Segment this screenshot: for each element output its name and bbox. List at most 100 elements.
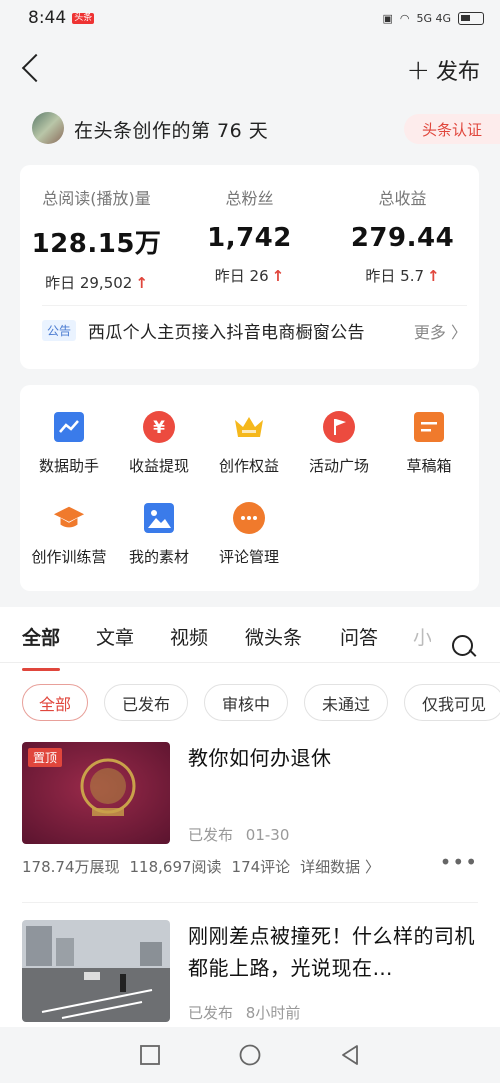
article-date: 8小时前	[245, 1004, 301, 1022]
chip-all[interactable]: 全部	[22, 684, 88, 721]
tool-data-assistant[interactable]: 数据助手	[24, 411, 114, 476]
publish-button[interactable]: + 发布	[407, 54, 480, 86]
chip-rejected[interactable]: 未通过	[304, 684, 388, 721]
comments: 174评论	[231, 858, 291, 876]
plus-icon: +	[406, 53, 430, 86]
draft-icon	[413, 411, 445, 443]
wifi-icon: ◠	[399, 11, 410, 25]
stat-yesterday: 昨日 29,502	[45, 274, 133, 292]
nfc-icon: ▣	[382, 11, 393, 25]
svg-text:¥: ¥	[153, 418, 165, 438]
tab-micro[interactable]: 微头条	[245, 623, 302, 650]
article-item[interactable]: 置顶 教你如何办退休 已发布 01-30 178.74万展现 118,697阅读…	[0, 742, 500, 892]
flag-icon	[323, 411, 355, 443]
content-tabs: 全部 文章 视频 微头条 问答 小	[0, 619, 500, 671]
pinned-badge: 置顶	[28, 748, 63, 767]
tool-label: 评论管理	[218, 548, 279, 566]
tab-articles[interactable]: 文章	[96, 623, 134, 650]
arrow-up-icon: ↑	[427, 267, 440, 285]
arrow-up-icon: ↑	[135, 274, 148, 292]
avatar[interactable]	[32, 112, 64, 144]
top-header: + 发布	[0, 36, 500, 100]
comment-icon	[233, 502, 265, 534]
home-icon[interactable]	[239, 1044, 261, 1066]
article-meta: 已发布 8小时前	[188, 1002, 300, 1023]
tab-all[interactable]: 全部	[22, 623, 60, 650]
article-status: 已发布	[188, 826, 234, 844]
impressions: 178.74万展现	[22, 858, 120, 876]
notice-more-link[interactable]: 更多 〉	[414, 319, 467, 343]
stat-value: 279.44	[350, 223, 455, 253]
system-nav-bar	[0, 1027, 500, 1083]
notification-badge: 头条	[72, 12, 95, 24]
stat-yesterday: 昨日 5.7	[365, 267, 425, 285]
divider	[0, 662, 500, 663]
reads: 118,697阅读	[129, 858, 222, 876]
graduation-cap-icon	[53, 502, 85, 534]
battery-icon	[458, 11, 484, 25]
divider	[22, 902, 478, 903]
tool-comments[interactable]: 评论管理	[204, 502, 294, 567]
chip-reviewing[interactable]: 审核中	[204, 684, 288, 721]
stat-label: 总阅读(播放)量	[42, 189, 151, 208]
stats-card: 总阅读(播放)量 128.15万 昨日 29,502 ↑ 总粉丝 1,742 昨日…	[20, 165, 479, 369]
crown-icon	[233, 411, 265, 443]
signal-icon: 5G 4G	[416, 11, 451, 25]
active-tab-indicator	[22, 668, 60, 671]
tool-training[interactable]: 创作训练营	[24, 502, 114, 567]
recent-apps-icon[interactable]	[139, 1044, 161, 1066]
back-nav-icon[interactable]	[339, 1044, 361, 1066]
article-stats: 178.74万展现 118,697阅读 174评论 详细数据 〉	[22, 856, 380, 877]
notice-tag: 公告	[42, 320, 77, 341]
chart-icon	[53, 411, 85, 443]
tool-rights[interactable]: 创作权益	[204, 411, 294, 476]
article-item[interactable]: 刚刚差点被撞死！什么样的司机都能上路，光说现在… 已发布 8小时前	[0, 920, 500, 1030]
arrow-up-icon: ↑	[271, 267, 285, 285]
article-title: 教你如何办退休	[188, 746, 332, 770]
more-options-icon[interactable]: •••	[440, 850, 478, 874]
notice-text: 西瓜个人主页接入抖音电商橱窗公告	[88, 323, 365, 343]
stat-income[interactable]: 总收益 279.44 昨日 5.7 ↑	[326, 165, 479, 286]
filter-chips: 全部 已发布 审核中 未通过 仅我可见	[0, 684, 500, 722]
tab-more[interactable]: 小	[413, 623, 431, 650]
tool-label: 创作权益	[218, 457, 279, 475]
tool-withdraw[interactable]: ¥ 收益提现	[114, 411, 204, 476]
status-bar: 8:44 头条 ▣ ◠ 5G 4G	[0, 0, 500, 36]
tools-card: 数据助手 ¥ 收益提现 创作权益 活动广场 草稿箱 创作训练营 我的素材 评论管…	[20, 385, 479, 591]
stat-label: 总收益	[378, 189, 427, 208]
article-title: 刚刚差点被撞死！什么样的司机都能上路，光说现在…	[188, 924, 475, 980]
notice-bar[interactable]: 公告 西瓜个人主页接入抖音电商橱窗公告 更多 〉	[42, 305, 467, 355]
stat-value: 1,742	[207, 223, 292, 253]
verify-button[interactable]: 头条认证	[404, 114, 500, 144]
article-thumbnail: 置顶	[22, 742, 170, 844]
tool-label: 创作训练营	[31, 548, 107, 566]
stat-reads[interactable]: 总阅读(播放)量 128.15万 昨日 29,502 ↑	[20, 165, 173, 293]
publish-label: 发布	[435, 60, 480, 85]
details-link[interactable]: 详细数据 〉	[300, 856, 380, 877]
stat-yesterday: 昨日 26	[214, 267, 269, 285]
search-icon[interactable]	[452, 635, 478, 661]
status-time: 8:44	[28, 8, 67, 28]
status-icons: ▣ ◠ 5G 4G	[382, 11, 484, 25]
article-status: 已发布	[188, 1004, 234, 1022]
user-row: 在头条创作的第 76 天 头条认证	[0, 108, 500, 152]
tab-videos[interactable]: 视频	[170, 623, 208, 650]
tool-label: 收益提现	[128, 457, 189, 475]
tool-activity[interactable]: 活动广场	[294, 411, 384, 476]
tool-label: 我的素材	[128, 548, 189, 566]
article-date: 01-30	[245, 826, 290, 844]
stat-label: 总粉丝	[225, 189, 274, 208]
stat-value: 128.15万	[31, 229, 162, 259]
article-meta: 已发布 01-30	[188, 824, 289, 845]
tool-label: 活动广场	[308, 457, 369, 475]
tool-materials[interactable]: 我的素材	[114, 502, 204, 567]
creation-days: 在头条创作的第 76 天	[74, 120, 269, 142]
image-icon	[143, 502, 175, 534]
tool-drafts[interactable]: 草稿箱	[384, 411, 474, 476]
chip-published[interactable]: 已发布	[104, 684, 188, 721]
stat-fans[interactable]: 总粉丝 1,742 昨日 26 ↑	[173, 165, 326, 286]
back-icon[interactable]	[20, 52, 42, 82]
yuan-icon: ¥	[143, 411, 175, 443]
chip-private[interactable]: 仅我可见	[404, 684, 500, 721]
tab-qa[interactable]: 问答	[340, 623, 378, 650]
